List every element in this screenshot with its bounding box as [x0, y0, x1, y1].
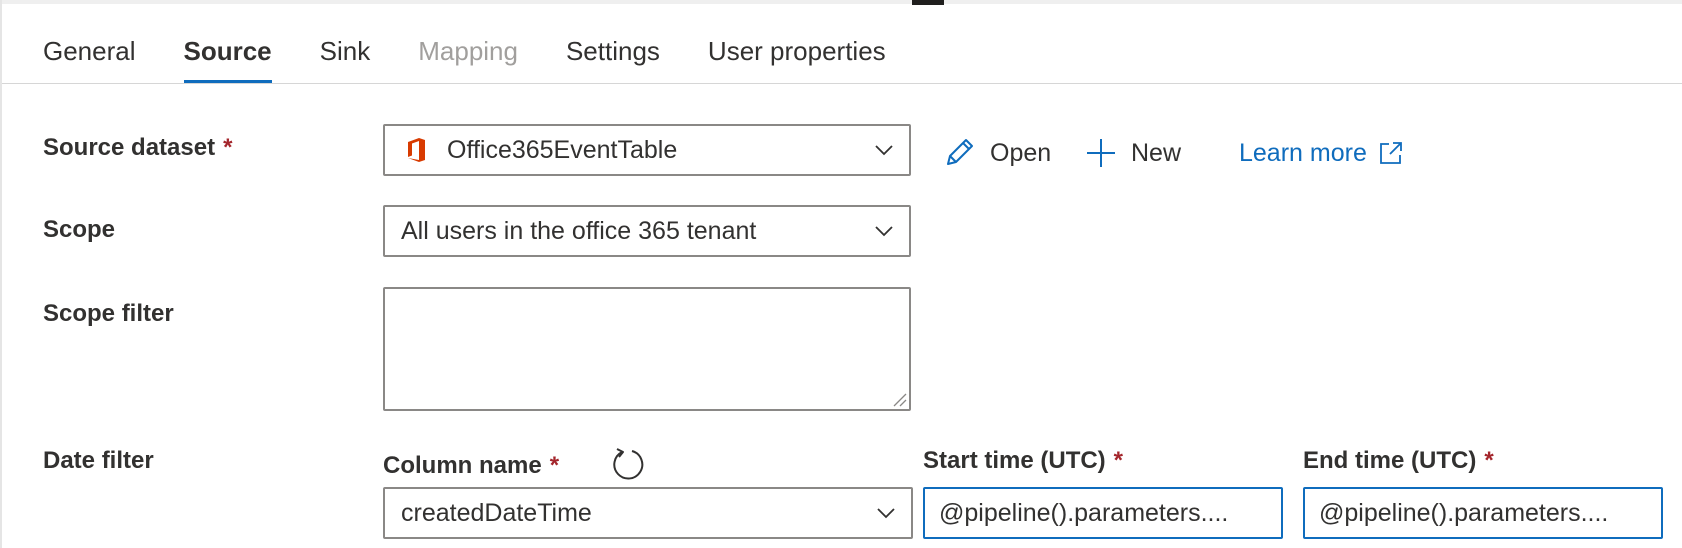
plus-icon: [1085, 137, 1117, 169]
end-time-label: End time (UTC) *: [1303, 447, 1494, 475]
tab-settings[interactable]: Settings: [566, 24, 660, 84]
tab-general[interactable]: General: [43, 24, 136, 84]
office-365-icon: [405, 137, 429, 163]
chevron-down-icon: [859, 225, 909, 237]
external-link-icon: [1379, 141, 1403, 165]
end-time-input[interactable]: @pipeline().parameters....: [1303, 487, 1663, 539]
column-name-label-text: Column name: [383, 452, 542, 479]
required-indicator: *: [1113, 447, 1124, 474]
new-button[interactable]: New: [1085, 133, 1181, 173]
resize-grip-icon[interactable]: [889, 389, 907, 407]
end-time-label-text: End time (UTC): [1303, 447, 1477, 474]
open-button-label: Open: [990, 138, 1052, 167]
required-indicator: *: [1484, 447, 1494, 474]
scope-value: All users in the office 365 tenant: [401, 216, 757, 245]
column-name-label: Column name *: [383, 452, 559, 480]
tab-bar: General Source Sink Mapping Settings Use…: [43, 24, 934, 84]
chevron-down-icon: [861, 507, 911, 519]
scope-filter-textarea[interactable]: [383, 287, 911, 411]
tab-user-properties[interactable]: User properties: [708, 24, 886, 84]
start-time-label: Start time (UTC) *: [923, 447, 1123, 475]
tab-source[interactable]: Source: [183, 24, 272, 84]
source-dataset-value: Office365EventTable: [447, 135, 678, 164]
scope-label: Scope: [43, 216, 116, 243]
start-time-input[interactable]: @pipeline().parameters....: [923, 487, 1283, 539]
open-button[interactable]: Open: [942, 133, 1051, 173]
column-name-dropdown[interactable]: createdDateTime: [383, 487, 913, 539]
required-indicator: *: [549, 452, 560, 479]
date-filter-label: Date filter: [43, 447, 154, 474]
pencil-icon: [942, 136, 976, 170]
chevron-down-icon: [859, 144, 909, 156]
new-button-label: New: [1131, 138, 1182, 167]
top-border: [0, 0, 1682, 4]
learn-more-label: Learn more: [1239, 138, 1367, 167]
column-name-value: createdDateTime: [401, 498, 592, 527]
start-time-label-text: Start time (UTC): [923, 447, 1106, 474]
required-indicator: *: [223, 134, 233, 161]
source-dataset-dropdown[interactable]: Office365EventTable: [383, 124, 911, 176]
tab-divider: [2, 83, 1682, 84]
tab-sink[interactable]: Sink: [320, 24, 371, 84]
source-dataset-label: Source dataset *: [43, 134, 232, 162]
scope-dropdown[interactable]: All users in the office 365 tenant: [383, 205, 911, 257]
refresh-icon[interactable]: [610, 446, 646, 482]
scope-filter-label: Scope filter: [43, 300, 174, 327]
pane-resize-handle[interactable]: [912, 0, 944, 5]
source-dataset-label-text: Source dataset: [43, 134, 216, 161]
learn-more-link[interactable]: Learn more: [1239, 133, 1403, 173]
tab-mapping: Mapping: [418, 36, 518, 66]
